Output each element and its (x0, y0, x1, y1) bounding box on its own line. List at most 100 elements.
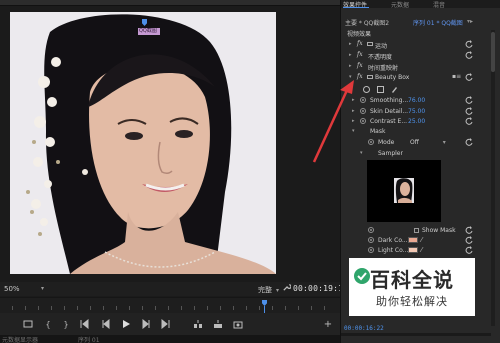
param-value[interactable]: 25.00 (408, 118, 425, 125)
button-editor-plus-icon[interactable]: + (322, 318, 334, 330)
ellipse-mask-icon[interactable] (363, 86, 370, 93)
step-back-button[interactable] (100, 318, 112, 330)
step-forward-icon (142, 319, 150, 329)
stopwatch-icon[interactable] (368, 139, 374, 145)
reset-icon[interactable] (465, 246, 473, 254)
mark-out-icon: } (63, 319, 69, 329)
reset-icon[interactable] (465, 226, 473, 234)
light-color-swatch[interactable] (408, 247, 418, 253)
reset-icon[interactable] (465, 73, 473, 81)
panel-current-time[interactable]: 00:00:16:22 (344, 325, 384, 332)
effect-row-time-remapping[interactable]: ▸ fx 时间重映射 (340, 62, 478, 72)
program-monitor: 50% ▾ 完整 ▾ 00:00:19:11 { } + 元数据显示器 序列 0… (0, 0, 348, 343)
video-effects-heading: 视频效果 (347, 31, 372, 38)
effect-row-motion[interactable]: ▸ fx 运动 (340, 40, 478, 50)
collapse-triangle-icon[interactable]: ▾ (352, 128, 355, 134)
mode-dropdown[interactable]: Off ▾ (410, 139, 446, 146)
stopwatch-icon[interactable] (368, 227, 374, 233)
fx-icon[interactable]: fx (357, 51, 363, 58)
expand-triangle-icon[interactable]: ▸ (349, 41, 352, 47)
effect-row-opacity[interactable]: ▸ fx 不透明度 (340, 51, 478, 61)
stopwatch-icon[interactable] (368, 237, 374, 243)
stopwatch-icon[interactable] (360, 108, 366, 114)
reset-icon[interactable] (465, 40, 473, 48)
add-marker-button[interactable] (22, 318, 34, 330)
tab-audio-mixer[interactable]: 混音 (433, 0, 445, 9)
go-to-in-button[interactable] (78, 318, 90, 330)
pen-mask-icon[interactable] (391, 86, 398, 93)
scrollbar-thumb[interactable] (491, 32, 495, 72)
panel-timeline-zoom-bar[interactable] (341, 333, 491, 336)
tab-metadata-display[interactable]: 元数据显示器 (2, 335, 38, 343)
settings-wrench-icon[interactable] (282, 283, 292, 293)
monitor-time-ruler[interactable] (0, 297, 340, 313)
show-mask-checkbox[interactable]: Show Mask (414, 227, 456, 234)
sequence-clip-label[interactable]: 序列 01 * QQ截图 (413, 18, 463, 27)
param-row-smoothing[interactable]: ▸ Smoothing... 76.00 (340, 96, 478, 106)
lift-button[interactable] (192, 318, 204, 330)
clip-bar[interactable]: QQ截图 (138, 28, 160, 35)
effect-label: 时间重映射 (368, 65, 399, 72)
reset-icon[interactable] (465, 107, 473, 115)
expand-triangle-icon[interactable]: ▸ (352, 97, 355, 103)
mask-label: Mask (370, 128, 386, 135)
collapse-triangle-icon[interactable]: ▾ (360, 150, 363, 156)
expand-triangle-icon[interactable]: ▸ (352, 118, 355, 124)
export-frame-button[interactable] (232, 318, 244, 330)
reset-icon[interactable] (465, 117, 473, 125)
fx-icon[interactable]: fx (357, 40, 363, 47)
zoom-level-dropdown[interactable]: 50% ▾ (4, 285, 44, 294)
play-button[interactable] (120, 318, 132, 330)
playhead-line (264, 306, 265, 313)
fx-icon[interactable]: fx (357, 73, 363, 80)
param-value[interactable]: 76.00 (408, 97, 425, 104)
play-icon[interactable]: ▸ (470, 18, 473, 25)
param-row-skin-detail[interactable]: ▸ Skin Detail... 75.00 (340, 107, 478, 117)
rectangle-mask-icon[interactable] (377, 86, 384, 93)
playback-quality-dropdown[interactable]: 完整 ▾ (258, 285, 284, 295)
sampler-group-row[interactable]: ▾ Sampler (340, 149, 478, 159)
mark-in-button[interactable]: { (42, 318, 54, 330)
extract-button[interactable] (212, 318, 224, 330)
master-clip-label[interactable]: 主要 * QQ截图2 (345, 18, 389, 27)
reset-icon[interactable] (465, 138, 473, 146)
show-mask-row: Show Mask (340, 226, 478, 236)
reset-icon[interactable] (465, 96, 473, 104)
eyedropper-icon[interactable]: ⁄ (421, 246, 422, 254)
tab-sequence[interactable]: 序列 01 (78, 335, 100, 343)
fx-icon[interactable]: fx (357, 62, 363, 69)
extract-icon (214, 320, 222, 328)
stopwatch-icon[interactable] (360, 97, 366, 103)
reset-icon[interactable] (465, 236, 473, 244)
panel-tab-bar: 效果控件 元数据 混音 (341, 0, 500, 9)
effect-menu-icon[interactable]: ▪≡ (452, 73, 461, 80)
mark-out-button[interactable]: } (60, 318, 72, 330)
chevron-down-icon: ▾ (40, 285, 44, 292)
effect-label: 运动 (375, 43, 388, 50)
reset-icon[interactable] (465, 51, 473, 59)
stopwatch-icon[interactable] (360, 118, 366, 124)
light-color-row: Light Co... ⁄ (340, 246, 478, 256)
tab-metadata[interactable]: 元数据 (391, 0, 409, 9)
sampler-preview[interactable] (367, 160, 441, 222)
dark-color-swatch[interactable] (408, 237, 418, 243)
stopwatch-icon[interactable] (368, 247, 374, 253)
transport-controls: { } + (0, 313, 340, 335)
step-back-icon (102, 319, 110, 329)
expand-triangle-icon[interactable]: ▸ (349, 52, 352, 58)
go-to-out-button[interactable] (160, 318, 172, 330)
mark-in-icon: { (45, 319, 51, 329)
expand-triangle-icon[interactable]: ▸ (352, 108, 355, 114)
collapse-triangle-icon[interactable]: ▾ (349, 74, 352, 80)
panel-scrollbar[interactable] (491, 30, 495, 326)
param-row-contrast[interactable]: ▸ Contrast E... 25.00 (340, 117, 478, 127)
mode-value: Off (410, 139, 419, 146)
effect-label: 不透明度 (368, 54, 393, 61)
step-forward-button[interactable] (140, 318, 152, 330)
eyedropper-icon[interactable]: ⁄ (421, 236, 422, 244)
expand-triangle-icon[interactable]: ▸ (349, 63, 352, 69)
marker-icon (23, 320, 33, 328)
param-value[interactable]: 75.00 (408, 108, 425, 115)
mask-group-row[interactable]: ▾ Mask (340, 127, 478, 137)
transform-icon (367, 42, 373, 46)
